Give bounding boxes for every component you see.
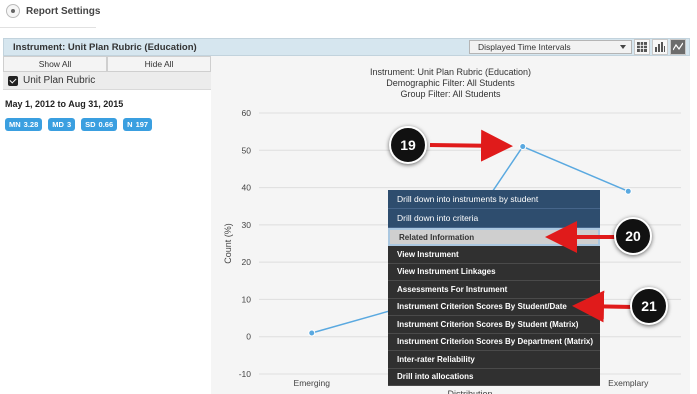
line-chart-view-button[interactable] — [670, 39, 686, 55]
stat-badge-sd: SD 0.66 — [81, 118, 118, 131]
y-tick-label: 50 — [242, 145, 252, 155]
menu-item-drill-criteria[interactable]: Drill down into criteria — [388, 209, 600, 228]
y-tick-label: 60 — [242, 108, 252, 118]
y-tick-label: 30 — [242, 220, 252, 230]
context-menu: Drill down into instruments by student D… — [388, 190, 600, 386]
time-interval-select[interactable]: Displayed Time Intervals — [469, 40, 632, 54]
left-panel: Show All Hide All Unit Plan Rubric May 1… — [3, 56, 211, 394]
app-root: Report Settings Instrument: Unit Plan Ru… — [0, 0, 697, 394]
callout-19: 19 — [389, 126, 427, 164]
table-icon — [637, 42, 647, 52]
instrument-header-bar: Instrument: Unit Plan Rubric (Education)… — [3, 38, 690, 56]
y-tick-label: 10 — [242, 294, 252, 304]
menu-item-criterion-scores-by-department-matrix[interactable]: Instrument Criterion Scores By Departmen… — [388, 333, 600, 351]
time-interval-select-value: Displayed Time Intervals — [478, 42, 571, 52]
y-tick-label: -10 — [239, 369, 252, 379]
menu-item-assessments-for-instrument[interactable]: Assessments For Instrument — [388, 281, 600, 299]
x-axis-label: Distribution — [447, 389, 492, 394]
table-view-button[interactable] — [634, 39, 650, 55]
callout-21: 21 — [630, 287, 668, 325]
stat-badges: MN 3.28 MD 3 SD 0.66 N 197 — [5, 118, 153, 131]
menu-item-view-instrument-linkages[interactable]: View Instrument Linkages — [388, 263, 600, 281]
y-tick-label: 40 — [242, 183, 252, 193]
y-axis-label: Count (%) — [223, 223, 233, 264]
y-tick-label: 20 — [242, 257, 252, 267]
x-tick-label: Exemplary — [608, 378, 649, 388]
rubric-label: Unit Plan Rubric — [23, 75, 96, 86]
stat-badge-median: MD 3 — [48, 118, 76, 131]
data-point — [519, 143, 527, 151]
x-tick-label: Emerging — [294, 378, 331, 388]
menu-item-view-instrument[interactable]: View Instrument — [388, 246, 600, 264]
chevron-down-icon — [620, 45, 626, 49]
callout-20: 20 — [614, 217, 652, 255]
settings-toggle-icon — [6, 4, 20, 18]
hide-all-button[interactable]: Hide All — [107, 56, 211, 72]
rubric-toggle-row[interactable]: Unit Plan Rubric — [3, 72, 211, 90]
show-all-button[interactable]: Show All — [3, 56, 107, 72]
menu-item-criterion-scores-by-student-matrix[interactable]: Instrument Criterion Scores By Student (… — [388, 316, 600, 334]
data-point — [308, 329, 316, 337]
divider — [0, 27, 96, 28]
menu-item-drill-instruments-by-student[interactable]: Drill down into instruments by student — [388, 190, 600, 209]
report-settings-toggle[interactable]: Report Settings — [6, 4, 100, 18]
bar-chart-view-button[interactable] — [652, 39, 668, 55]
data-point — [624, 187, 632, 195]
stat-badge-mean: MN 3.28 — [5, 118, 43, 131]
line-chart-icon — [673, 42, 683, 51]
menu-item-inter-rater-reliability[interactable]: Inter-rater Reliability — [388, 351, 600, 369]
stat-badge-n: N 197 — [123, 118, 153, 131]
date-range: May 1, 2012 to Aug 31, 2015 — [5, 99, 124, 109]
menu-item-drill-into-allocations[interactable]: Drill into allocations — [388, 368, 600, 386]
rubric-checkbox[interactable] — [8, 76, 18, 86]
menu-item-criterion-scores-by-student-date[interactable]: Instrument Criterion Scores By Student/D… — [388, 298, 600, 316]
bar-chart-icon — [655, 42, 665, 52]
instrument-title: Instrument: Unit Plan Rubric (Education) — [13, 42, 197, 53]
menu-heading-related-information: Related Information — [388, 228, 600, 246]
y-tick-label: 0 — [246, 332, 251, 342]
report-settings-label: Report Settings — [26, 5, 101, 17]
